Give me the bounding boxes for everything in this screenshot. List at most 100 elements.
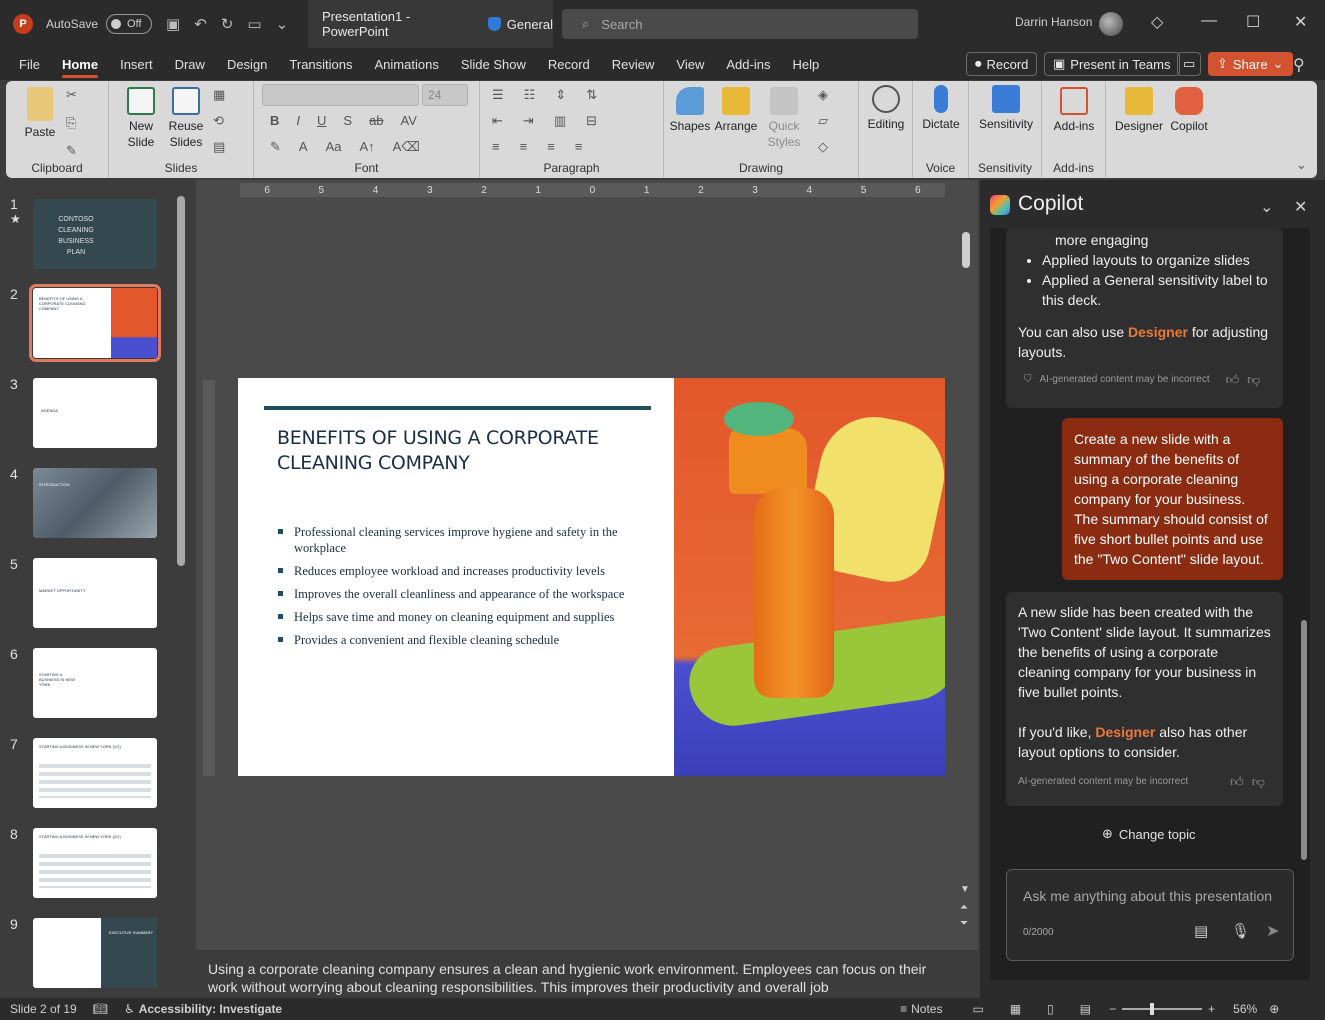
maximize-icon[interactable]: ☐ [1246,12,1260,32]
zoom-slider-thumb[interactable] [1150,1003,1155,1015]
zoom-level[interactable]: 56% [1233,1002,1257,1016]
zoom-slider[interactable] [1122,1003,1203,1015]
designer-button[interactable]: Designer [1112,87,1166,134]
dictate-button[interactable]: Dictate [919,85,963,132]
present-icon[interactable]: ▭ [247,15,261,33]
copilot-prompt-input[interactable]: Ask me anything about this presentation … [1006,869,1294,961]
italic-icon[interactable]: I [296,113,300,128]
thumbnail-slide-1[interactable]: CONTOSO CLEANING BUSINESS PLAN [33,199,157,269]
designer-link[interactable]: Designer [1128,324,1188,340]
autosave-toggle[interactable]: Off [106,14,153,34]
thumbnail-slide-9[interactable]: EXECUTIVE SUMMARY [33,918,157,988]
tab-insert[interactable]: Insert [120,51,153,78]
avatar[interactable] [1099,12,1123,36]
tab-review[interactable]: Review [612,51,655,78]
copilot-pane-icon[interactable]: ⚲ [1293,55,1305,75]
underline-icon[interactable]: U [317,113,326,128]
tab-design[interactable]: Design [227,51,267,78]
justify-icon[interactable]: ≡ [575,139,583,154]
current-slide[interactable]: BENEFITS OF USING A CORPORATE CLEANING C… [238,378,945,776]
tab-view[interactable]: View [676,51,704,78]
section-icon[interactable]: ▤ [213,139,225,155]
line-spacing-icon[interactable]: ⇕ [555,87,566,103]
align-right-icon[interactable]: ≡ [547,139,555,154]
thumbnail-slide-2[interactable]: BENEFITS OF USING A CORPORATE CLEANING C… [29,284,161,362]
tab-draw[interactable]: Draw [175,51,205,78]
customize-qat-icon[interactable]: ⌄ [276,15,289,33]
new-slide-button[interactable]: New Slide [119,87,163,150]
speaker-notes[interactable]: Using a corporate cleaning company ensur… [198,952,958,998]
save-icon[interactable]: ▣ [166,15,180,33]
zoom-in-icon[interactable]: + [1208,1002,1215,1016]
numbering-icon[interactable]: ☷ [524,87,536,103]
comments-button[interactable]: ▭ [1177,52,1201,76]
bullets-icon[interactable]: ☰ [492,87,504,103]
copilot-scrollbar[interactable] [1301,620,1307,860]
thumbs-down-icon[interactable]: 👎︎ [1252,772,1265,792]
present-in-teams-button[interactable]: ▣ Present in Teams [1044,52,1180,76]
thumbs-up-icon[interactable]: 👍︎ [1230,772,1244,792]
scroll-down-icon[interactable]: ▼ [960,884,970,895]
shadow-icon[interactable]: S [343,113,352,128]
thumbnail-slide-4[interactable]: INTRODUCTION [33,468,157,538]
font-size-box[interactable]: 24 [422,84,468,106]
change-case-icon[interactable]: Aa [326,139,342,155]
send-icon[interactable]: ➤ [1266,921,1279,941]
zoom-out-icon[interactable]: − [1109,1002,1116,1016]
bold-icon[interactable]: B [270,113,279,128]
clear-format-icon[interactable]: A⌫ [393,139,420,155]
thumbnail-slide-6[interactable]: STARTING A BUSINESS IN NEW YORK [33,648,157,718]
slideshow-view-icon[interactable]: ▤ [1080,1002,1091,1016]
next-slide-icon[interactable]: ⏷ [960,918,968,929]
shape-effects-icon[interactable]: ◇ [818,139,828,155]
prompt-guide-icon[interactable]: ▤ [1194,922,1208,940]
addins-button[interactable]: Add-ins [1048,87,1100,134]
shapes-button[interactable]: Shapes [668,87,712,134]
align-text-icon[interactable]: ⊟ [586,113,597,129]
reset-icon[interactable]: ⟲ [213,113,225,129]
record-button[interactable]: ⏺ Record [966,52,1038,76]
share-button[interactable]: ⇪ Share ⌄ [1208,52,1293,76]
tab-home[interactable]: Home [61,51,99,78]
slide-sorter-icon[interactable]: ▦ [1010,1002,1021,1016]
tab-animations[interactable]: Animations [375,51,439,78]
decrease-indent-icon[interactable]: ⇤ [492,113,503,129]
search-input[interactable]: ⌕ Search [562,9,918,39]
cut-icon[interactable]: ✂ [66,87,77,103]
previous-slide-icon[interactable]: ⏶ [960,902,968,913]
thumbs-down-icon[interactable]: 👎︎ [1247,370,1260,390]
format-painter-icon[interactable]: ✎ [66,143,77,159]
highlight-icon[interactable]: ✎ [270,139,281,155]
chevron-down-icon[interactable]: ⌄ [1260,197,1273,217]
normal-view-icon[interactable]: ▭ [972,1002,983,1016]
notes-icon[interactable]: ≡ [900,1002,907,1016]
increase-indent-icon[interactable]: ⇥ [523,113,534,129]
thumbnail-slide-7[interactable]: STARTING A BUSINESS IN NEW YORK (1/2) [33,738,157,808]
thumbnail-slide-3[interactable]: AGENDA [33,378,157,448]
font-color-icon[interactable]: A [299,139,308,155]
copy-icon[interactable]: ⎘ [66,115,77,131]
diamond-icon[interactable]: ◇ [1151,12,1163,32]
shape-outline-icon[interactable]: ▱ [818,113,828,129]
microphone-icon[interactable]: 🎙︎ [1231,922,1250,940]
close-icon[interactable]: ✕ [1294,12,1307,32]
cleaning-supplies-photo[interactable] [674,378,945,776]
close-pane-icon[interactable]: ✕ [1294,197,1307,217]
quick-styles-button[interactable]: Quick Styles [762,87,806,150]
tab-record[interactable]: Record [548,51,590,78]
notes-button[interactable]: Notes [911,1002,942,1016]
minimize-icon[interactable]: — [1201,12,1217,30]
document-title[interactable]: Presentation1 - PowerPoint General [308,0,553,48]
undo-icon[interactable]: ↶ [194,15,207,33]
spelling-icon[interactable]: 📖︎ [93,1002,108,1016]
thumbnail-slide-8[interactable]: STARTING A BUSINESS IN NEW YORK (2/2) [33,828,157,898]
layout-icon[interactable]: ▦ [213,87,225,103]
tab-addins[interactable]: Add-ins [726,51,770,78]
thumbs-up-icon[interactable]: 👍︎ [1226,370,1240,390]
increase-font-icon[interactable]: A↑ [359,139,374,155]
accessibility-icon[interactable]: ♿︎ [124,1002,135,1016]
tab-file[interactable]: File [19,51,40,78]
fit-to-window-icon[interactable]: ⊕ [1269,1002,1279,1016]
reuse-slides-button[interactable]: Reuse Slides [164,87,208,150]
designer-link[interactable]: Designer [1095,724,1155,740]
